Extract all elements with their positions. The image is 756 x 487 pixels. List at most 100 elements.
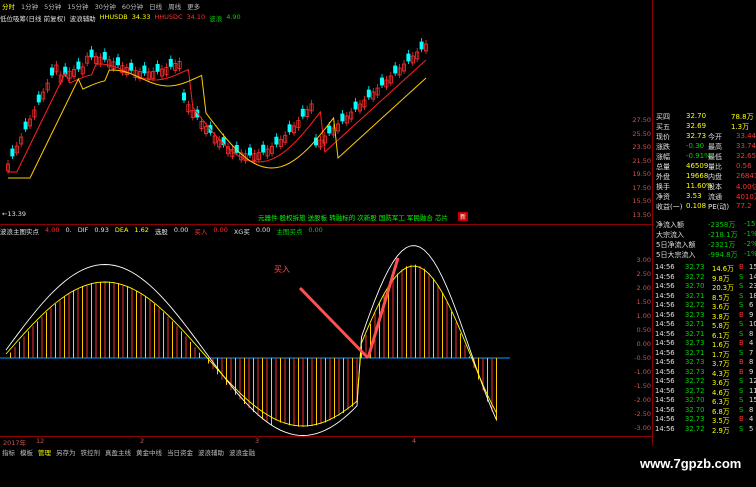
tick-count: 5 (749, 424, 754, 433)
tick-row: 14:56 32.72 2.9万 S 5 (655, 425, 755, 436)
tick-time: 14:56 (655, 405, 675, 414)
tab-0[interactable]: 分时 (2, 1, 15, 11)
tick-side: B (739, 310, 744, 319)
candlestick-chart[interactable] (0, 24, 632, 224)
price-tick-label: 13.50 (632, 210, 651, 219)
tab-8[interactable]: 更多 (187, 1, 200, 11)
candle-body (142, 65, 147, 74)
tick-time: 14:56 (655, 424, 675, 433)
quote-row: 收益(一) 0.108 PE(动) 77.2 (656, 202, 756, 212)
candle-body (340, 113, 345, 122)
date-tick-label: 2017年 (3, 439, 27, 447)
tick-side: S (739, 396, 744, 404)
xg-label: XG买 (233, 228, 250, 236)
tick-time: 14:56 (655, 339, 675, 347)
tick-time: 14:56 (655, 329, 675, 338)
macd-tick-label: -1.00 (634, 368, 651, 376)
macd-tick-label: -2.50 (634, 410, 651, 418)
bottom-tab-2[interactable]: 管理 (38, 447, 51, 457)
tick-side: B (739, 358, 744, 366)
price-tick-label: 21.50 (632, 156, 651, 165)
quote-key2: 今开 (708, 133, 722, 141)
candle-body (50, 67, 55, 76)
tick-time: 14:56 (655, 301, 675, 309)
tick-time: 14:56 (655, 282, 675, 290)
price-tick-label: 19.50 (632, 170, 651, 178)
price-axis: 27.50 25.50 23.50 21.50 19.50 17.50 15.50 13.50 (608, 24, 653, 224)
bottom-tab-7[interactable]: 当日资金 (167, 447, 193, 457)
quote-key: 换手 (656, 183, 670, 191)
tab-7[interactable]: 周线 (168, 1, 181, 11)
macd-tick-label: 0.00 (636, 340, 651, 348)
tab-3[interactable]: 15分钟 (67, 1, 88, 11)
flow-value: -2358万 (708, 221, 736, 229)
tick-count: 4 (749, 339, 754, 347)
macd-tick-label: 3.00 (636, 256, 651, 264)
sub-indicator-name[interactable]: 波浪主图实点 (0, 226, 39, 236)
tick-time: 14:56 (655, 415, 675, 423)
tick-price: 32.73 (685, 339, 705, 347)
tab-1[interactable]: 1分钟 (21, 1, 38, 11)
tick-price: 32.71 (685, 320, 705, 328)
candle-body (393, 65, 398, 74)
tick-side: B (739, 339, 744, 347)
main-indicator-legend: 低位吸筹(日线 前复权) 波浪辅助 HHUSDB 34.33 HHUSDC 34… (0, 13, 430, 23)
flow-value: -2321万 (708, 241, 736, 249)
bottom-tab-6[interactable]: 黄金中线 (136, 447, 162, 457)
bottom-tab-9[interactable]: 波浪金融 (229, 447, 255, 457)
tick-price: 32.73 (685, 367, 705, 376)
tick-count: 6 (749, 301, 754, 309)
price-tick-label: 25.50 (632, 129, 651, 138)
quote-key: 买五 (656, 123, 670, 131)
bottom-tab-0[interactable]: 指标 (2, 447, 15, 457)
candle-body (76, 61, 81, 70)
tick-price: 32.72 (685, 386, 705, 395)
tab-5[interactable]: 60分钟 (122, 1, 143, 11)
quote-row: 外盘 19668内盘 26841 (656, 172, 756, 182)
tick-side: S (739, 424, 744, 433)
quote-value: 46509 (686, 162, 709, 170)
tick-price: 32.71 (685, 329, 705, 338)
flow-row: 5日净流入额 -2321万 -2% (656, 240, 756, 250)
tick-volume: 3.8万 (712, 312, 730, 321)
tick-count: 9 (749, 310, 754, 319)
tick-price: 32.72 (685, 424, 705, 433)
tick-count: 8 (749, 358, 754, 366)
bottom-tab-5[interactable]: 真盈主线 (105, 447, 131, 457)
tick-side: S (739, 329, 744, 338)
tick-volume: 14.6万 (712, 265, 734, 273)
tick-side: S (739, 348, 744, 357)
candle-body (36, 94, 41, 103)
quote-panel: 买四 32.70 78.8万 买五 32.69 1.3万 现价 32.73 今开 33.44 涨跌 -… (652, 0, 756, 445)
tick-count: 9 (749, 367, 754, 376)
tick-volume: 4.6万 (712, 388, 730, 397)
quote-value: 0.108 (686, 202, 707, 210)
buy-arrow-left (298, 286, 370, 360)
tick-side: B (739, 415, 744, 423)
dea-line (5, 265, 497, 427)
bottom-tab-3[interactable]: 另存为 (56, 447, 76, 457)
quote-row: 总量 46509 量比 0.56 (656, 162, 756, 172)
candle-body (353, 101, 358, 110)
tick-volume: 20.3万 (712, 284, 734, 292)
tick-side: S (739, 405, 744, 414)
chart-title: 低位吸筹(日线 前复权) (0, 15, 66, 23)
indicator-name[interactable]: 波浪辅助 (70, 13, 96, 23)
tab-4[interactable]: 30分钟 (95, 1, 116, 11)
tick-price: 32.70 (685, 396, 705, 404)
bottom-tab-8[interactable]: 波浪辅助 (198, 447, 224, 457)
period-tabs: 分时 1分钟 5分钟 15分钟 30分钟 60分钟 日线 周线 更多 (0, 0, 432, 11)
tick-side: S (739, 320, 744, 328)
tick-count: 4 (749, 415, 754, 423)
bottom-tab-1[interactable]: 模板 (20, 447, 33, 457)
sub-indicator-legend: 波浪主图实点 4.00 0. DIF 0.93 DEA 1.62 选股 0.00… (0, 226, 632, 236)
macd-tick-label: 2.00 (636, 284, 651, 292)
tab-2[interactable]: 5分钟 (44, 1, 61, 11)
tab-6[interactable]: 日线 (149, 1, 162, 11)
quote-value2: 78.8万 (731, 113, 754, 121)
tick-volume: 3.7万 (712, 360, 730, 368)
bottom-tab-4[interactable]: 铁控剂 (81, 447, 101, 457)
concept-tags[interactable]: 元器件 股权拆旅 送股板 转融标的 次新股 国防军工 军民融合 芯片 (258, 212, 448, 222)
candle-body (406, 53, 411, 62)
macd-chart[interactable] (0, 236, 632, 436)
